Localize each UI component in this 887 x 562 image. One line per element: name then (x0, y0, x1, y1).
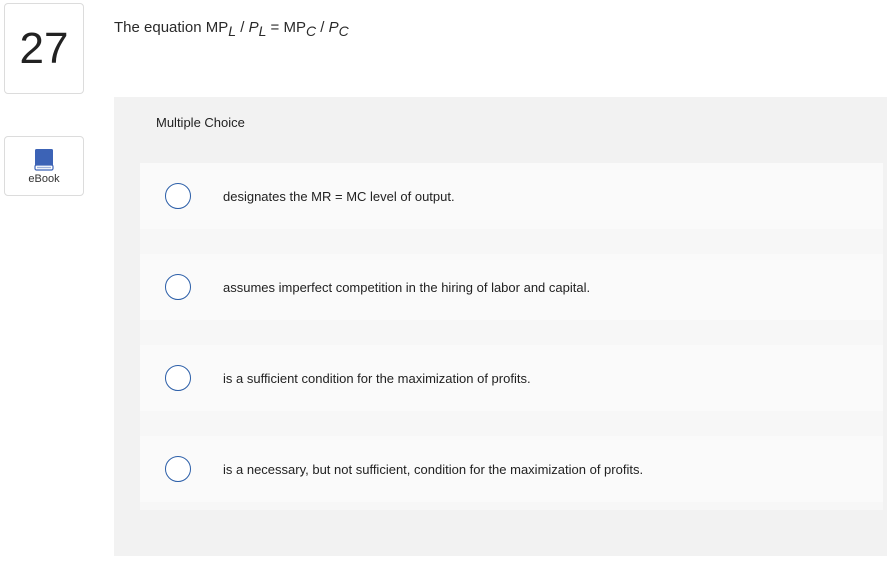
question-prompt: The equation MPL / PL = MPC / PC (114, 19, 349, 39)
prompt-lead: The equation MP (114, 19, 229, 36)
prompt-equals: = MP (266, 19, 306, 36)
radio-button[interactable] (165, 274, 191, 300)
panel-header: Multiple Choice (156, 115, 245, 130)
prompt-sub-1: L (228, 23, 237, 39)
prompt-p-2: P (328, 19, 339, 36)
choice-text: designates the MR = MC level of output. (223, 188, 455, 204)
prompt-slash-1: / (236, 19, 249, 36)
radio-button[interactable] (165, 365, 191, 391)
choice-text: assumes imperfect competition in the hir… (223, 279, 591, 295)
prompt-slash-2: / (316, 19, 329, 36)
prompt-sub-3: C (305, 23, 317, 39)
choice-text: is a sufficient condition for the maximi… (223, 370, 531, 386)
book-icon (34, 149, 54, 171)
choice-option-3[interactable]: is a sufficient condition for the maximi… (140, 345, 883, 411)
ebook-label: eBook (28, 173, 60, 185)
choice-text: is a necessary, but not sufficient, cond… (223, 461, 644, 477)
ebook-button[interactable]: eBook (4, 136, 84, 196)
choice-option-1[interactable]: designates the MR = MC level of output. (140, 163, 883, 229)
question-number: 27 (4, 3, 84, 94)
choice-option-4[interactable]: is a necessary, but not sufficient, cond… (140, 436, 883, 502)
prompt-sub-4: C (338, 23, 349, 39)
choice-list: designates the MR = MC level of output. … (140, 163, 883, 510)
radio-button[interactable] (165, 183, 191, 209)
choice-option-2[interactable]: assumes imperfect competition in the hir… (140, 254, 883, 320)
prompt-p-1: P (248, 19, 259, 36)
answer-panel: Multiple Choice designates the MR = MC l… (114, 97, 887, 556)
radio-button[interactable] (165, 456, 191, 482)
